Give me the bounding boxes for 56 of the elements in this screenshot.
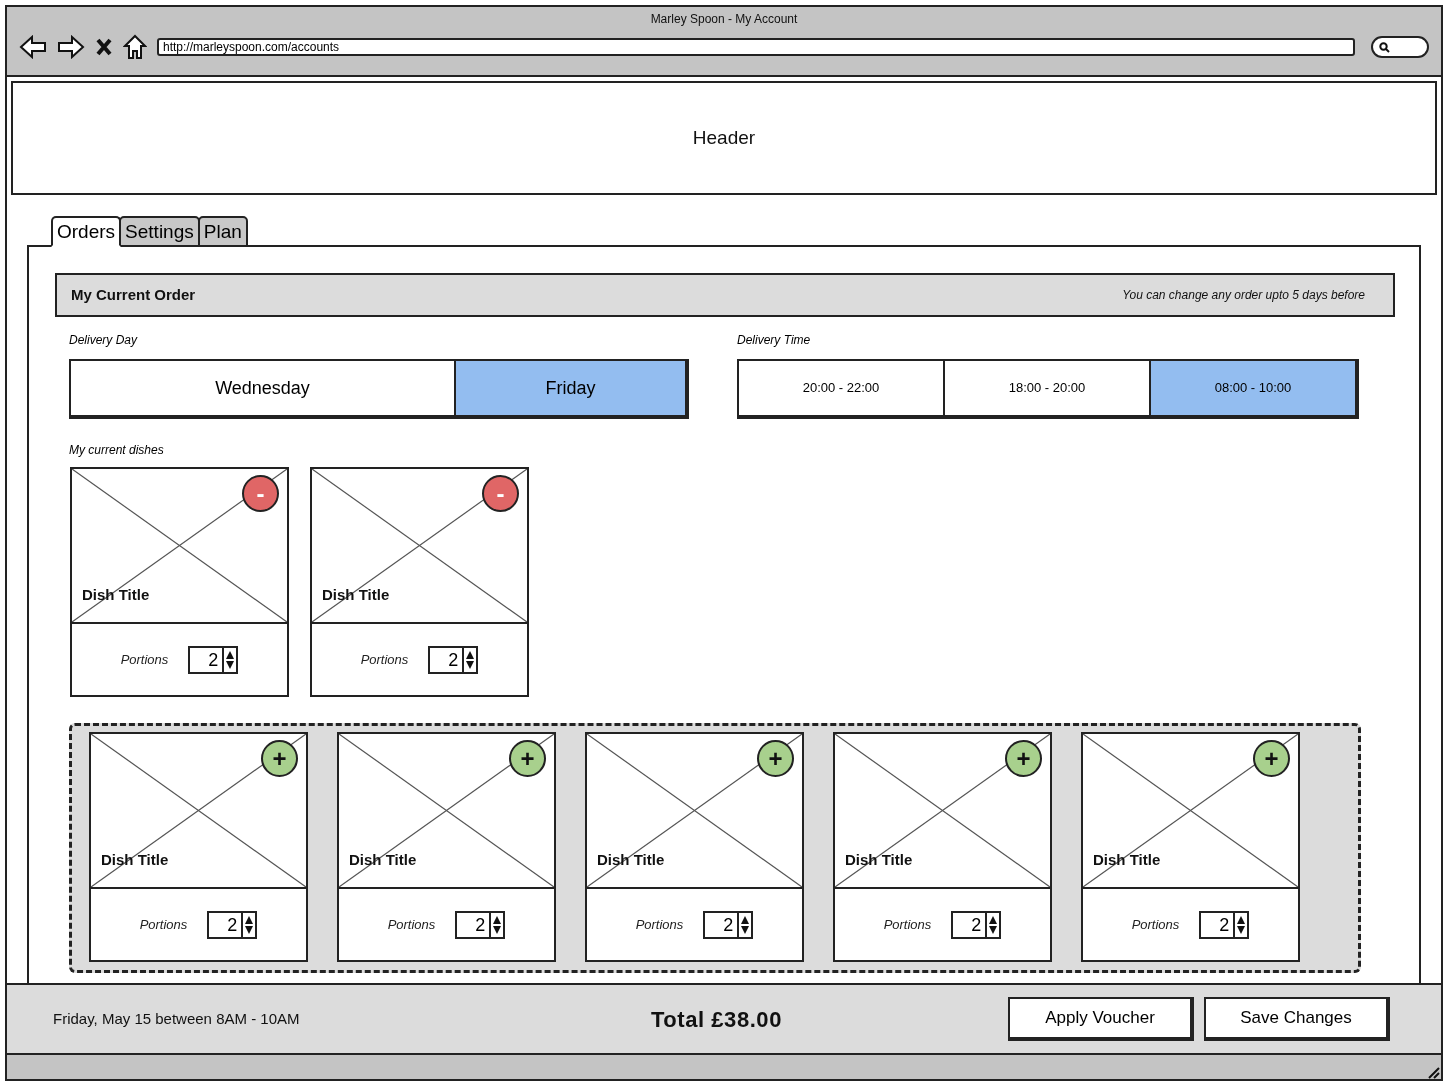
close-icon[interactable] xyxy=(95,37,113,57)
forward-icon[interactable] xyxy=(57,35,85,59)
order-total: Total £38.00 xyxy=(651,1005,782,1034)
portions-stepper[interactable]: 2 xyxy=(951,910,1002,939)
tab[interactable]: Settings xyxy=(119,216,200,247)
portions-stepper[interactable]: 2 xyxy=(703,910,754,939)
field-label: Delivery Time xyxy=(737,332,812,349)
add-button[interactable]: + xyxy=(509,740,546,777)
home-icon[interactable] xyxy=(123,34,147,60)
portions-label: Portions xyxy=(360,650,409,669)
field-label: Delivery Day xyxy=(69,332,139,349)
stepper-arrows-icon[interactable] xyxy=(241,912,256,937)
portions-stepper[interactable]: 2 xyxy=(188,645,239,674)
portions-stepper[interactable]: 2 xyxy=(207,910,258,939)
dish-title: Dish Title xyxy=(101,849,170,870)
action-button[interactable]: Apply Voucher xyxy=(1008,997,1194,1041)
back-icon[interactable] xyxy=(19,35,47,59)
add-button[interactable]: + xyxy=(1005,740,1042,777)
portions-stepper[interactable]: 2 xyxy=(428,645,479,674)
add-button[interactable]: + xyxy=(261,740,298,777)
dish-title: Dish Title xyxy=(845,849,914,870)
stepper-arrows-icon[interactable] xyxy=(462,647,477,672)
portions-label: Portions xyxy=(139,915,188,934)
dish-title: Dish Title xyxy=(597,849,666,870)
stepper-arrows-icon[interactable] xyxy=(489,912,504,937)
stepper-arrows-icon[interactable] xyxy=(737,912,752,937)
stepper-arrows-icon[interactable] xyxy=(985,912,1000,937)
address-bar[interactable]: http://marleyspoon.com/accounts xyxy=(157,38,1355,56)
add-button[interactable]: + xyxy=(1253,740,1290,777)
tab[interactable]: Orders xyxy=(51,216,122,247)
tab[interactable]: Plan xyxy=(197,216,248,247)
search-icon xyxy=(1379,41,1390,53)
portions-stepper[interactable]: 2 xyxy=(1199,910,1250,939)
dish-title: Dish Title xyxy=(1093,849,1162,870)
portions-label: Portions xyxy=(883,915,932,934)
portions-label: Portions xyxy=(120,650,169,669)
dish-title: Dish Title xyxy=(349,849,418,870)
window-title: Marley Spoon - My Account xyxy=(649,11,799,28)
portions-label: Portions xyxy=(635,915,684,934)
portions-stepper[interactable]: 2 xyxy=(455,910,506,939)
portions-label: Portions xyxy=(387,915,436,934)
action-button[interactable]: Save Changes xyxy=(1204,997,1390,1041)
stepper-arrows-icon[interactable] xyxy=(222,647,237,672)
dish-title: Dish Title xyxy=(322,584,391,605)
portions-label: Portions xyxy=(1131,915,1180,934)
day-option[interactable]: Friday xyxy=(456,361,685,415)
order-note: You can change any order upto 5 days before xyxy=(1122,287,1366,304)
stepper-arrows-icon[interactable] xyxy=(1233,912,1248,937)
header-text: Header xyxy=(692,125,756,150)
add-button[interactable]: + xyxy=(757,740,794,777)
dish-title: Dish Title xyxy=(82,584,151,605)
section-label: My current dishes xyxy=(69,442,165,459)
delivery-summary: Friday, May 15 between 8AM - 10AM xyxy=(53,1008,301,1029)
time-option[interactable]: 08:00 - 10:00 xyxy=(1149,361,1355,415)
search-field[interactable] xyxy=(1371,36,1429,58)
order-title: My Current Order xyxy=(71,284,196,305)
